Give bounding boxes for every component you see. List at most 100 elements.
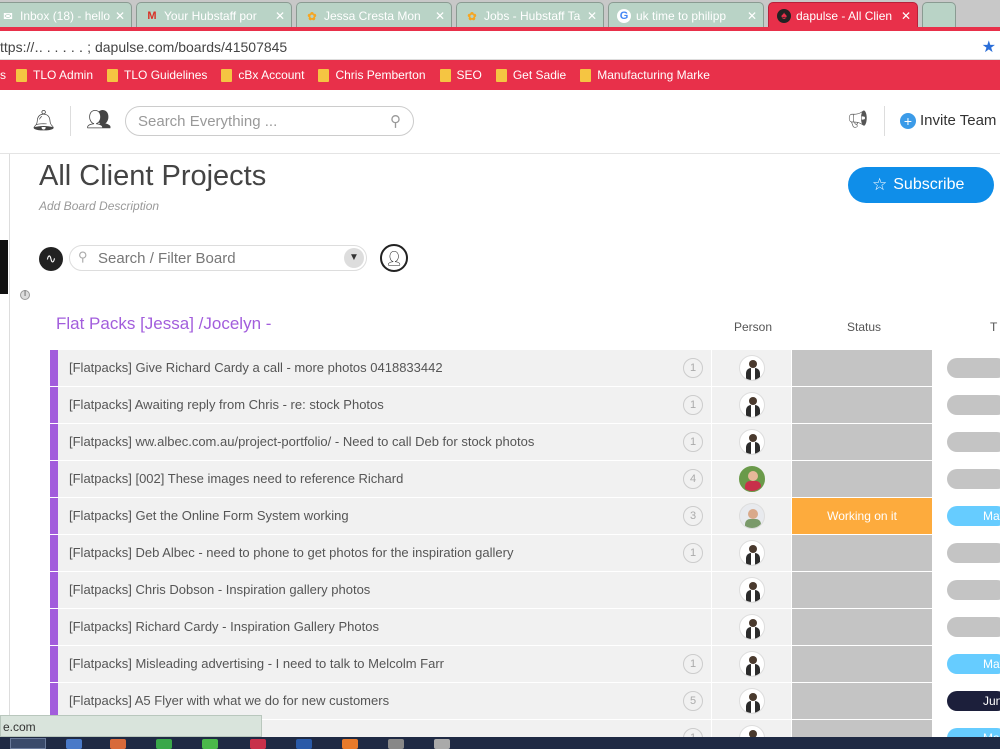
group-title[interactable]: Flat Packs [Jessa] /Jocelyn - (56, 314, 271, 334)
pulse-name[interactable]: [Flatpacks] Misleading advertising - I n… (58, 646, 711, 682)
timeline-pill[interactable] (947, 580, 1000, 600)
person-filter-icon[interactable]: 👤︎ (380, 244, 408, 272)
status-cell[interactable] (792, 461, 932, 497)
bookmark-manufacturing[interactable]: Manufacturing Marke (580, 68, 710, 82)
search-everything-input[interactable]: Search Everything ... ⚲ (125, 106, 414, 136)
pulse-name[interactable]: [Flatpacks] Chris Dobson - Inspiration g… (58, 572, 711, 608)
column-header-status[interactable]: Status (847, 320, 881, 334)
pulse-name[interactable]: [Flatpacks] A5 Flyer with what we do for… (58, 683, 711, 719)
status-cell[interactable] (792, 646, 932, 682)
updates-count-badge[interactable]: 1 (683, 432, 703, 452)
close-icon[interactable]: ✕ (587, 9, 597, 23)
updates-count-badge[interactable]: 5 (683, 691, 703, 711)
taskbar-app-icon[interactable] (250, 739, 266, 749)
updates-count-badge[interactable]: 1 (683, 543, 703, 563)
bookmark-chris-pemberton[interactable]: Chris Pemberton (318, 68, 426, 82)
pulse-row[interactable]: [Flatpacks] Give Richard Cardy a call - … (50, 350, 1000, 387)
tab-hubstaff-jobs[interactable]: ✿ Jobs - Hubstaff Ta ✕ (456, 2, 604, 27)
tab-hubstaff-portal[interactable]: M Your Hubstaff por ✕ (136, 2, 292, 27)
pulse-name[interactable]: [Flatpacks] ww.albec.com.au/project-port… (58, 424, 711, 460)
pulse-row[interactable]: [Flatpacks] Deb Albec - need to phone to… (50, 535, 1000, 572)
taskbar-app-icon[interactable] (110, 739, 126, 749)
bookmark-tlo-admin[interactable]: TLO Admin (16, 68, 93, 82)
column-header-timeline[interactable]: T (990, 320, 997, 334)
board-title[interactable]: All Client Projects (39, 160, 266, 193)
pulse-name[interactable]: [Flatpacks] Get the Online Form System w… (58, 498, 711, 534)
group-color-bar[interactable] (50, 535, 58, 571)
group-color-bar[interactable] (50, 646, 58, 682)
subscribe-button[interactable]: ☆ Subscribe (848, 167, 994, 203)
pulse-row[interactable]: [Flatpacks] Misleading advertising - I n… (50, 646, 1000, 683)
timeline-pill[interactable]: May (947, 654, 1000, 674)
timeline-pill[interactable]: Jun (947, 691, 1000, 711)
megaphone-icon[interactable]: 📢︎ (847, 110, 869, 130)
start-button[interactable] (10, 738, 46, 749)
timeline-pill[interactable] (947, 432, 1000, 452)
tab-jessa-cresta[interactable]: ✿ Jessa Cresta Mon ✕ (296, 2, 452, 27)
person-cell[interactable] (712, 535, 791, 571)
timeline-pill[interactable] (947, 469, 1000, 489)
pulse-name[interactable]: [Flatpacks] Deb Albec - need to phone to… (58, 535, 711, 571)
status-cell[interactable] (792, 424, 932, 460)
timeline-pill[interactable] (947, 358, 1000, 378)
status-cell[interactable]: Working on it (792, 498, 932, 534)
updates-count-badge[interactable]: 4 (683, 469, 703, 489)
group-color-bar[interactable] (50, 387, 58, 423)
close-icon[interactable]: ✕ (435, 9, 445, 23)
address-bar[interactable]: ttps://․. . . ․ . ․ ; dapulse.com/boards… (0, 35, 1000, 60)
tab-dapulse[interactable]: ♠ dapulse - All Clien ✕ (768, 2, 918, 27)
taskbar-app-icon[interactable] (342, 739, 358, 749)
new-tab-button[interactable] (922, 2, 956, 27)
pulse-row[interactable]: [Flatpacks] ww.albec.com.au/project-port… (50, 424, 1000, 461)
taskbar-app-icon[interactable] (296, 739, 312, 749)
close-icon[interactable]: ✕ (747, 9, 757, 23)
pulse-name[interactable]: [Flatpacks] [002] These images need to r… (58, 461, 711, 497)
chevron-down-icon[interactable]: ▼ (344, 248, 364, 268)
tab-google-search[interactable]: G uk time to philipp ✕ (608, 2, 764, 27)
pulse-name[interactable]: [Flatpacks] Awaiting reply from Chris - … (58, 387, 711, 423)
close-icon[interactable]: ✕ (275, 9, 285, 23)
group-color-bar[interactable] (50, 498, 58, 534)
updates-count-badge[interactable]: 3 (683, 506, 703, 526)
taskbar-app-icon[interactable] (156, 739, 172, 749)
status-cell[interactable] (792, 683, 932, 719)
taskbar-app-icon[interactable] (434, 739, 450, 749)
timeline-pill[interactable] (947, 617, 1000, 637)
updates-count-badge[interactable]: 1 (683, 395, 703, 415)
person-cell[interactable] (712, 424, 791, 460)
column-header-person[interactable]: Person (734, 320, 772, 334)
board-description[interactable]: Add Board Description (39, 199, 159, 213)
group-color-bar[interactable] (50, 572, 58, 608)
invite-team-button[interactable]: + Invite Team M (900, 112, 1000, 129)
status-cell[interactable] (792, 572, 932, 608)
person-cell[interactable] (712, 387, 791, 423)
group-color-bar[interactable] (50, 683, 58, 719)
bookmark-cbx-account[interactable]: cBx Account (221, 68, 304, 82)
person-cell[interactable] (712, 683, 791, 719)
tab-inbox[interactable]: ✉ Inbox (18) - hello@ ✕ (0, 2, 132, 27)
pulse-row[interactable]: [Flatpacks] Chris Dobson - Inspiration g… (50, 572, 1000, 609)
status-cell[interactable] (792, 609, 932, 645)
timeline-pill[interactable]: May (947, 506, 1000, 526)
taskbar-app-icon[interactable] (66, 739, 82, 749)
group-color-bar[interactable] (50, 424, 58, 460)
person-cell[interactable] (712, 461, 791, 497)
pulse-activity-icon[interactable]: ∿ (39, 247, 63, 271)
bookmark-truncated[interactable]: s (0, 68, 6, 82)
taskbar-app-icon[interactable] (388, 739, 404, 749)
people-icon[interactable]: 👥︎ (86, 107, 111, 132)
updates-count-badge[interactable]: 1 (683, 358, 703, 378)
person-cell[interactable] (712, 350, 791, 386)
group-color-bar[interactable] (50, 609, 58, 645)
group-color-bar[interactable] (50, 350, 58, 386)
bookmark-tlo-guidelines[interactable]: TLO Guidelines (107, 68, 207, 82)
close-icon[interactable]: ✕ (901, 9, 911, 23)
pulse-row[interactable]: [Flatpacks] Get the Online Form System w… (50, 498, 1000, 535)
pulse-row[interactable]: [Flatpacks] Awaiting reply from Chris - … (50, 387, 1000, 424)
collapse-groups-icon[interactable]: ǀ (20, 290, 30, 300)
bookmark-star-icon[interactable]: ★ (982, 37, 996, 57)
updates-count-badge[interactable]: 1 (683, 654, 703, 674)
group-color-bar[interactable] (50, 461, 58, 497)
person-cell[interactable] (712, 498, 791, 534)
person-cell[interactable] (712, 646, 791, 682)
